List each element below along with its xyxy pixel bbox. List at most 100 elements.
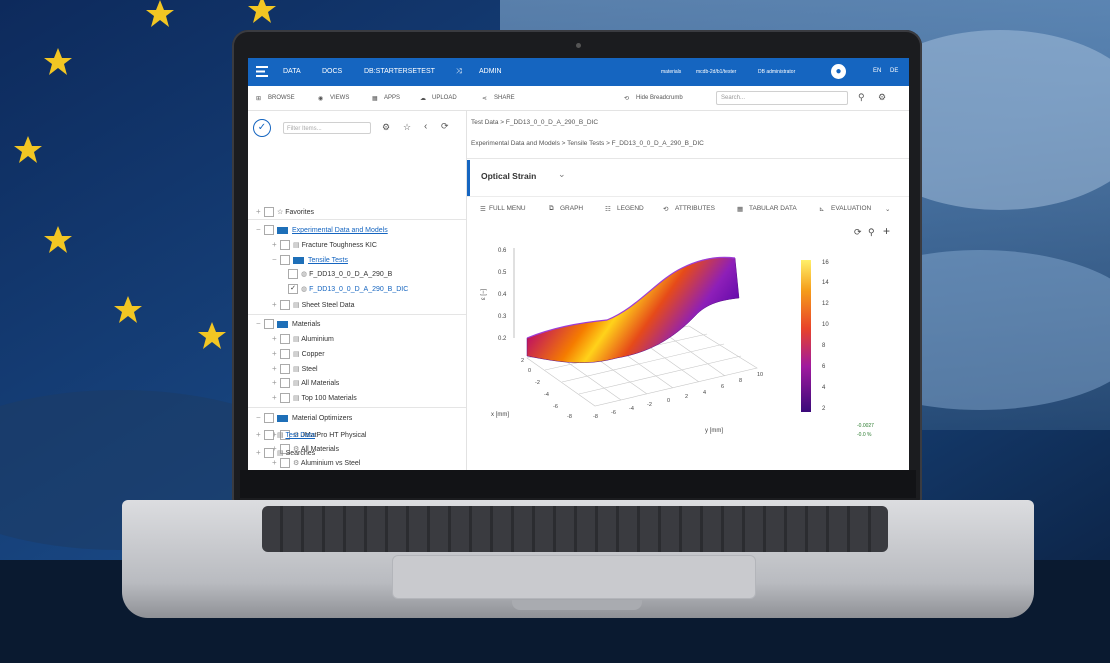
tree-item-copper[interactable]: + ▤ Copper bbox=[272, 347, 325, 361]
z-tick: 0.4 bbox=[498, 292, 507, 298]
tree-item-fracture[interactable]: + ▤ Fracture Toughness KIC bbox=[272, 238, 377, 252]
active-indicator bbox=[467, 160, 470, 196]
nav-db[interactable]: DB:STARTERSETEST bbox=[364, 68, 435, 75]
x-tick: -6 bbox=[553, 404, 558, 410]
laptop-bezel bbox=[240, 470, 916, 498]
y-tick: 0 bbox=[667, 398, 670, 404]
tree-item-test-data[interactable]: + ▤ Test Data bbox=[256, 428, 315, 442]
hide-breadcrumb-button[interactable]: Hide Breadcrumb bbox=[636, 95, 683, 101]
shuffle-icon[interactable]: ⤨ bbox=[456, 68, 462, 76]
y-tick: 8 bbox=[739, 378, 742, 384]
nav-admin[interactable]: ADMIN bbox=[479, 68, 502, 75]
tree-item-all-materials[interactable]: + ▤ All Materials bbox=[272, 376, 339, 390]
refresh-icon[interactable]: ⟳ bbox=[441, 121, 449, 132]
tree-item-optimizers[interactable]: − Material Optimizers bbox=[256, 411, 352, 425]
x-tick: 2 bbox=[521, 358, 524, 364]
y-tick: -6 bbox=[611, 410, 616, 416]
breadcrumb-toggle-icon: ⟲ bbox=[624, 96, 630, 102]
y-tick: 6 bbox=[721, 384, 724, 390]
nav-data[interactable]: DATA bbox=[283, 68, 301, 75]
x-tick: 0 bbox=[528, 368, 531, 374]
tree-item-experimental[interactable]: − Experimental Data and Models bbox=[256, 223, 388, 237]
tab-attributes[interactable]: ATTRIBUTES bbox=[675, 205, 715, 212]
evaluation-chevron-icon[interactable]: ⌄ bbox=[885, 205, 890, 213]
colorbar-tick: 2 bbox=[822, 406, 826, 412]
y-tick: -8 bbox=[593, 414, 598, 420]
tab-evaluation[interactable]: EVALUATION bbox=[831, 205, 871, 212]
header-link-db[interactable]: mcdb-2d/b1/tester bbox=[696, 69, 736, 75]
graph-icon: ⧉ bbox=[549, 205, 554, 212]
views-button[interactable]: VIEWS bbox=[330, 95, 349, 101]
tab-legend[interactable]: LEGEND bbox=[617, 205, 644, 212]
breadcrumb-secondary[interactable]: Experimental Data and Models > Tensile T… bbox=[471, 140, 704, 147]
trackpad bbox=[392, 555, 756, 599]
tree-item-searches[interactable]: + ▤ Searches bbox=[256, 446, 315, 460]
tree-filter-input[interactable]: Filter Items... bbox=[283, 122, 371, 134]
y-tick: 2 bbox=[685, 394, 688, 400]
user-avatar-icon[interactable]: ● bbox=[831, 64, 846, 79]
readout-value: -0.0027 bbox=[857, 423, 874, 429]
tree-item-dd13-b-dic[interactable]: ✓ ◍ F_DD13_0_0_D_A_290_B_DIC bbox=[288, 283, 408, 297]
tree-item-steel[interactable]: + ▤ Steel bbox=[272, 362, 318, 376]
share-icon: ⋖ bbox=[482, 96, 488, 102]
colorbar-tick: 6 bbox=[822, 364, 826, 370]
top-nav-bar: DATA DOCS DB:STARTERSETEST ⤨ ADMIN mater… bbox=[248, 58, 909, 86]
y-tick: -4 bbox=[629, 406, 634, 412]
views-icon: ◉ bbox=[318, 96, 324, 102]
apps-icon: ▦ bbox=[372, 96, 378, 102]
star-icon[interactable]: ☆ bbox=[403, 122, 411, 133]
lang-de[interactable]: DE bbox=[890, 68, 898, 74]
user-settings-icon[interactable]: ⚙ bbox=[878, 92, 886, 103]
full-menu-icon: ☰ bbox=[480, 206, 486, 213]
laptop-keyboard bbox=[262, 506, 888, 552]
upload-button[interactable]: UPLOAD bbox=[432, 95, 457, 101]
tab-graph[interactable]: GRAPH bbox=[560, 205, 583, 212]
colorbar-tick: 10 bbox=[822, 322, 829, 328]
x-tick: -4 bbox=[544, 392, 549, 398]
share-button[interactable]: SHARE bbox=[494, 95, 515, 101]
y-tick: 10 bbox=[757, 372, 763, 378]
colorbar-tick: 14 bbox=[822, 280, 829, 286]
tree-item-tensile[interactable]: − Tensile Tests bbox=[272, 253, 348, 267]
z-tick: 0.2 bbox=[498, 336, 507, 342]
colorbar bbox=[801, 260, 811, 412]
x-tick: -2 bbox=[535, 380, 540, 386]
main-panel: Test Data > F_DD13_0_0_D_A_290_B_DIC Exp… bbox=[467, 110, 909, 470]
colorbar-tick: 16 bbox=[822, 260, 829, 266]
colorbar-tick: 8 bbox=[822, 343, 826, 349]
y-tick: -2 bbox=[647, 402, 652, 408]
app-logo-icon[interactable] bbox=[256, 66, 268, 77]
tree-item-sheet-steel[interactable]: + ▤ Sheet Steel Data bbox=[272, 298, 355, 312]
legend-icon: ☷ bbox=[605, 206, 611, 213]
strain-surface-chart[interactable]: 0.6 0.5 0.4 0.3 0.2 ε [−] 2 0 -2 -4 -6 -… bbox=[467, 228, 909, 470]
tab-tabular-data[interactable]: TABULAR DATA bbox=[749, 205, 797, 212]
x-axis-label: x [mm] bbox=[491, 412, 509, 418]
settings-icon[interactable]: ⚙ bbox=[382, 122, 390, 133]
readout-percent: -0.0 % bbox=[857, 432, 872, 438]
collapse-icon[interactable]: ‹ bbox=[424, 121, 427, 132]
search-icon[interactable]: ⚲ bbox=[858, 92, 865, 103]
breadcrumb-primary[interactable]: Test Data > F_DD13_0_0_D_A_290_B_DIC bbox=[471, 119, 598, 126]
tab-full-menu[interactable]: FULL MENU bbox=[489, 205, 526, 212]
apps-button[interactable]: APPS bbox=[384, 95, 400, 101]
header-link-materials[interactable]: materials bbox=[661, 69, 681, 75]
app-screen: DATA DOCS DB:STARTERSETEST ⤨ ADMIN mater… bbox=[248, 58, 909, 470]
lang-en[interactable]: EN bbox=[873, 68, 881, 74]
colorbar-tick: 12 bbox=[822, 301, 829, 307]
tree-item-favorites[interactable]: + ☆ Favorites bbox=[256, 205, 314, 219]
browse-button[interactable]: BROWSE bbox=[268, 95, 295, 101]
tree-item-aluminium[interactable]: + ▤ Aluminium bbox=[272, 332, 334, 346]
chevron-down-icon[interactable]: ⌄ bbox=[558, 169, 566, 180]
upload-icon: ☁ bbox=[420, 96, 426, 102]
tree-item-top100[interactable]: + ▤ Top 100 Materials bbox=[272, 391, 357, 405]
tree-item-dd13-b[interactable]: ◍ F_DD13_0_0_D_A_290_B bbox=[288, 268, 392, 282]
tree-panel: ✓ Filter Items... ⚙ ☆ ‹ ⟳ + ☆ Favorites −… bbox=[248, 110, 467, 470]
check-circle-icon[interactable]: ✓ bbox=[253, 119, 271, 137]
search-input[interactable]: Search... bbox=[716, 91, 848, 105]
tree-item-materials[interactable]: − Materials bbox=[256, 317, 320, 331]
z-axis-label: ε [−] bbox=[481, 288, 487, 300]
y-tick: 4 bbox=[703, 390, 706, 396]
header-link-admin[interactable]: DB administrator bbox=[758, 69, 795, 75]
nav-docs[interactable]: DOCS bbox=[322, 68, 342, 75]
table-icon: ▦ bbox=[737, 206, 744, 213]
